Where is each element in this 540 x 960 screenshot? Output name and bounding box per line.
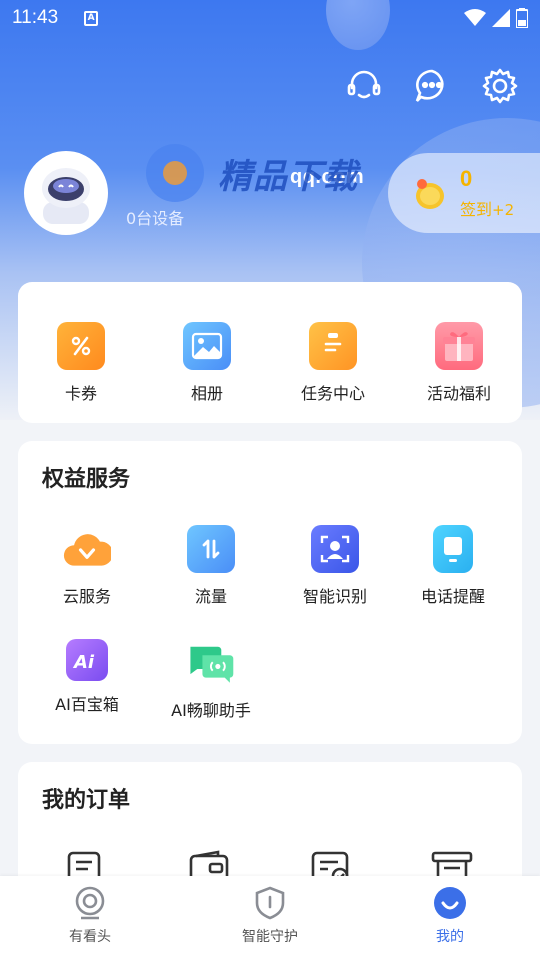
checkin-label: 签到 bbox=[460, 200, 493, 219]
robot-avatar-icon bbox=[42, 168, 90, 224]
battery-icon bbox=[516, 8, 528, 28]
quick-item-tasks[interactable]: 任务中心 bbox=[270, 322, 396, 404]
benefits-title: 权益服务 bbox=[42, 467, 131, 492]
svg-text:Ai: Ai bbox=[72, 652, 95, 672]
benefits-card: 权益服务 云服务 流量 智能识别 电话提醒 Ai AI百宝箱 AI畅聊助手 bbox=[18, 441, 522, 744]
quick-item-label: 相册 bbox=[190, 384, 223, 403]
device-count: 0台设备 bbox=[126, 209, 185, 228]
checkin-button[interactable]: 签到+2 bbox=[460, 196, 514, 220]
watermark: 精品下载 bbox=[142, 142, 358, 204]
quick-item-label: 活动福利 bbox=[426, 384, 491, 403]
settings-button[interactable] bbox=[482, 68, 518, 104]
benefit-label: AI百宝箱 bbox=[55, 695, 119, 714]
quick-item-album[interactable]: 相册 bbox=[144, 322, 270, 404]
benefit-label: 流量 bbox=[194, 587, 227, 606]
benefit-smart-recognition[interactable]: 智能识别 bbox=[272, 525, 398, 607]
coupon-icon bbox=[57, 322, 105, 370]
cloud-icon bbox=[63, 525, 111, 573]
profile-tab-icon bbox=[434, 887, 466, 919]
benefit-ai-chat[interactable]: AI畅聊助手 bbox=[148, 639, 274, 721]
photo-album-icon bbox=[183, 322, 231, 370]
signal-icon bbox=[492, 9, 510, 27]
orders-title: 我的订单 bbox=[42, 788, 131, 813]
ai-chat-icon bbox=[187, 639, 235, 687]
clipboard-task-icon bbox=[309, 322, 357, 370]
tab-label: 智能守护 bbox=[242, 929, 298, 945]
avatar[interactable] bbox=[24, 151, 108, 235]
status-time: 11:43 bbox=[12, 7, 59, 28]
gear-icon bbox=[482, 68, 518, 104]
bottom-tab-bar: 有看头 智能守护 我的 bbox=[0, 876, 540, 960]
chat-bubble-icon bbox=[415, 69, 444, 102]
benefit-label: 电话提醒 bbox=[420, 587, 485, 606]
wifi-icon bbox=[464, 9, 486, 26]
shield-icon bbox=[255, 886, 285, 920]
benefit-phone-reminder[interactable]: 电话提醒 bbox=[390, 525, 516, 607]
coin-count: 0 bbox=[460, 166, 473, 191]
tab-home-camera[interactable]: 有看头 bbox=[0, 876, 180, 960]
camera-lens-icon bbox=[75, 886, 105, 920]
gift-icon bbox=[435, 322, 483, 370]
watermark-logo-icon bbox=[146, 144, 204, 202]
benefit-cloud-service[interactable]: 云服务 bbox=[24, 525, 150, 607]
tab-smart-guard[interactable]: 智能守护 bbox=[180, 876, 360, 960]
face-recognition-icon bbox=[311, 525, 359, 573]
checkin-bonus: +2 bbox=[492, 201, 515, 219]
tab-label: 我的 bbox=[436, 929, 464, 945]
watermark-text: 精品下载 bbox=[218, 156, 358, 197]
header-actions bbox=[346, 68, 518, 104]
benefit-label: AI畅聊助手 bbox=[171, 701, 251, 720]
headset-icon bbox=[347, 70, 381, 99]
benefit-ai-toolbox[interactable]: Ai AI百宝箱 bbox=[24, 639, 150, 715]
tab-label: 有看头 bbox=[69, 929, 111, 945]
benefit-label: 智能识别 bbox=[302, 587, 367, 606]
phone-icon bbox=[433, 525, 473, 573]
messages-button[interactable] bbox=[414, 68, 450, 104]
quick-item-welfare[interactable]: 活动福利 bbox=[396, 322, 522, 404]
quick-item-coupons[interactable]: 卡券 bbox=[18, 322, 144, 404]
status-bar: 11:43 A bbox=[0, 0, 540, 36]
tab-mine[interactable]: 我的 bbox=[360, 876, 540, 960]
ai-toolbox-icon: Ai bbox=[66, 639, 108, 681]
customer-service-button[interactable] bbox=[346, 68, 382, 104]
benefit-label: 云服务 bbox=[62, 587, 111, 606]
quick-actions-card: 卡券 相册 任务中心 活动福利 bbox=[18, 282, 522, 423]
notification-a-icon: A bbox=[84, 10, 99, 26]
gold-coin-icon bbox=[416, 179, 444, 209]
benefit-data-traffic[interactable]: 流量 bbox=[148, 525, 274, 607]
quick-item-label: 任务中心 bbox=[300, 384, 365, 403]
checkin-card[interactable]: 0 签到+2 bbox=[388, 153, 540, 233]
quick-item-label: 卡券 bbox=[64, 384, 97, 403]
data-transfer-icon bbox=[187, 525, 235, 573]
